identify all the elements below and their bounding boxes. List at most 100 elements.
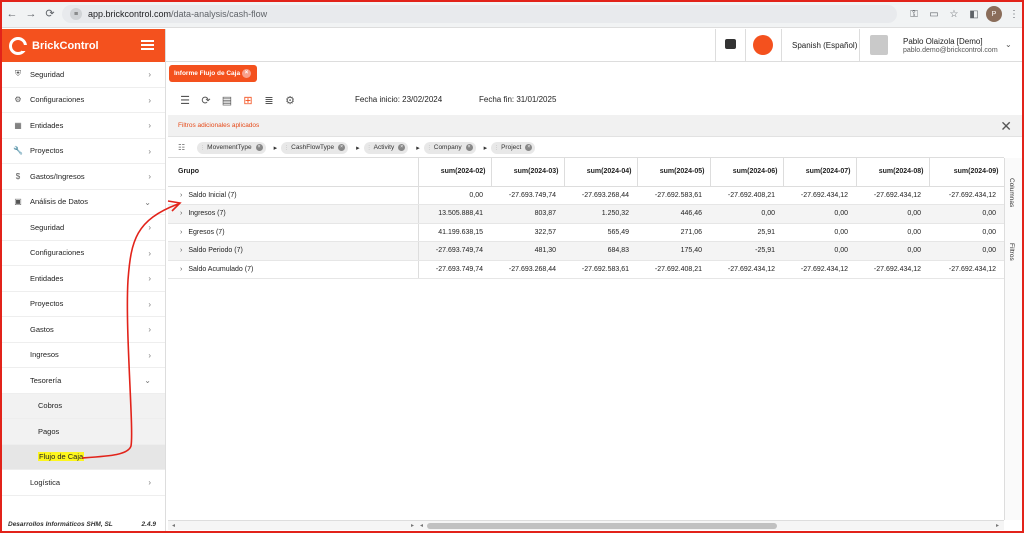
table-cell: -25,91	[710, 241, 783, 261]
chevron-right-icon[interactable]: ›	[180, 210, 182, 217]
refresh-icon[interactable]: ⟳	[199, 93, 213, 107]
remove-chip-icon[interactable]: ×	[398, 144, 406, 151]
grid-side-panel: Columnas Filtros	[1004, 158, 1022, 520]
document-icon[interactable]: ▤	[220, 93, 234, 107]
column-header[interactable]: sum(2024-07)	[783, 158, 857, 187]
remove-chip-icon[interactable]: ×	[465, 144, 473, 151]
scroll-right-icon[interactable]: ▸	[996, 522, 999, 529]
column-header[interactable]: sum(2024-05)	[637, 158, 711, 187]
scroll-left-icon[interactable]: ◂	[420, 522, 423, 529]
tab-cash-flow-report[interactable]: Informe Flujo de Caja ×	[169, 65, 257, 82]
scrollbar-thumb[interactable]	[427, 523, 777, 529]
pivot-chip-label: Company	[433, 144, 462, 151]
chevron-right-icon: ▸	[273, 144, 278, 152]
sidebar-subitem-5[interactable]: Ingresos ›	[0, 343, 165, 368]
company-avatar[interactable]	[753, 35, 773, 55]
chevron-down-icon[interactable]: ⌄	[1005, 40, 1012, 49]
table-row[interactable]: › Saldo Periodo (7) -27.693.749,74 481,30 68…	[168, 241, 1004, 261]
chevron-right-icon[interactable]: ›	[180, 247, 182, 254]
sidebar-item-4[interactable]: $ Gastos/Ingresos ›	[0, 164, 165, 190]
profile-avatar[interactable]: P	[986, 6, 1002, 22]
chat-icon[interactable]	[725, 39, 736, 49]
sidebar-after-item-0[interactable]: Logística ›	[0, 470, 165, 496]
sidebar-item-2[interactable]: ▦ Entidades ›	[0, 113, 165, 139]
sidebar-item-label: Ingresos	[30, 350, 59, 360]
list-icon[interactable]: ≣	[262, 93, 276, 107]
back-icon[interactable]: ←	[5, 7, 19, 21]
close-icon[interactable]: ✕	[1000, 118, 1012, 135]
chevron-right-icon[interactable]: ›	[180, 192, 182, 199]
chevron-right-icon[interactable]: ›	[180, 229, 182, 236]
sidebar-subitem-3[interactable]: Proyectos ›	[0, 292, 165, 317]
pivot-chip[interactable]: Company×	[423, 141, 476, 154]
pivot-chip[interactable]: MovementType×	[197, 141, 266, 154]
table-row[interactable]: › Saldo Acumulado (7) -27.693.749,74 -27.69…	[168, 260, 1004, 279]
column-header[interactable]: sum(2024-08)	[856, 158, 930, 187]
table-row[interactable]: › Ingresos (7) 13.505.888,41 803,87 1.250,32…	[168, 204, 1004, 224]
table-cell: 25,91	[710, 223, 783, 242]
chevron-right-icon[interactable]: ›	[180, 266, 182, 273]
filters-panel-tab[interactable]: Filtros	[1008, 243, 1015, 261]
scroll-right-icon[interactable]: ▸	[411, 522, 414, 529]
column-header[interactable]: sum(2024-09)	[929, 158, 1005, 187]
pivot-chip[interactable]: CashFlowType×	[281, 141, 349, 154]
sidebar-item-3[interactable]: 🔧 Proyectos ›	[0, 139, 165, 164]
column-header[interactable]: sum(2024-06)	[710, 158, 784, 187]
column-header-group[interactable]: Grupo	[168, 158, 419, 187]
hierarchy-icon[interactable]: ⊞	[241, 93, 255, 107]
column-header[interactable]: sum(2024-03)	[491, 158, 565, 187]
remove-chip-icon[interactable]: ×	[338, 144, 346, 151]
forward-icon[interactable]: →	[24, 7, 38, 21]
remove-chip-icon[interactable]: ×	[255, 144, 263, 151]
table-cell: 175,40	[637, 241, 710, 261]
cast-icon[interactable]: ▭	[926, 6, 942, 22]
sidebar-item-0[interactable]: ⛨ Seguridad ›	[0, 62, 165, 88]
table-cell: 0,00	[929, 241, 1004, 261]
table-row[interactable]: › Egresos (7) 41.199.638,15 322,57 565,49 271…	[168, 223, 1004, 242]
pivot-mode-icon[interactable]: ☷	[178, 143, 185, 152]
sidebar-treasury-item-1[interactable]: Pagos	[0, 419, 165, 445]
sidepanel-icon[interactable]: ◧	[966, 6, 982, 22]
site-info-icon[interactable]: ≡	[70, 8, 82, 20]
reload-icon[interactable]: ⟳	[43, 7, 57, 21]
sidebar-subitem-0[interactable]: Seguridad ›	[0, 215, 165, 241]
more-icon[interactable]: ⋮	[1006, 6, 1022, 22]
close-tab-icon[interactable]: ×	[242, 69, 251, 78]
sidebar-item-5[interactable]: ▣ Análisis de Datos ⌄	[0, 190, 165, 215]
filter-icon[interactable]: ☰	[178, 93, 192, 107]
column-header[interactable]: sum(2024-02)	[418, 158, 492, 187]
remove-chip-icon[interactable]: ×	[525, 144, 533, 151]
sidebar-item-label: Logística	[30, 477, 61, 487]
column-header[interactable]: sum(2024-04)	[564, 158, 638, 187]
columns-panel-tab[interactable]: Columnas	[1008, 178, 1015, 207]
horizontal-scrollbar[interactable]: ◂ ▸ ◂ ▸	[168, 520, 1004, 530]
row-group-cell[interactable]: › Saldo Acumulado (7)	[168, 260, 419, 279]
user-avatar[interactable]	[870, 35, 888, 55]
grid-header-row: Grupo sum(2024-02) sum(2024-03) sum(2024-04…	[168, 158, 1005, 187]
scroll-left-icon[interactable]: ◂	[172, 522, 175, 529]
sidebar-subitem-1[interactable]: Configuraciones ›	[0, 241, 165, 266]
sidebar-treasury-item-0[interactable]: Cobros	[0, 393, 165, 419]
chevron-right-icon: ›	[148, 325, 151, 334]
pivot-chip[interactable]: Project×	[491, 141, 536, 154]
row-group-cell[interactable]: › Egresos (7)	[168, 223, 419, 242]
key-icon[interactable]: ⚿	[906, 6, 922, 22]
sidebar-subitem-2[interactable]: Entidades ›	[0, 266, 165, 292]
applied-filters-label[interactable]: Filtros adicionales aplicados	[178, 122, 259, 129]
settings-icon[interactable]: ⚙	[283, 93, 297, 107]
address-bar[interactable]: ≡ app.brickcontrol.com/data-analysis/cas…	[62, 5, 897, 23]
row-group-cell[interactable]: › Saldo Periodo (7)	[168, 241, 419, 261]
star-icon[interactable]: ☆	[946, 6, 962, 22]
language-selector[interactable]: Spanish (Español)	[792, 41, 857, 50]
table-row[interactable]: › Saldo Inicial (7) 0,00 -27.693.749,74 -27.…	[168, 186, 1004, 205]
row-group-cell[interactable]: › Ingresos (7)	[168, 204, 419, 224]
row-group-cell[interactable]: › Saldo Inicial (7)	[168, 186, 419, 205]
sidebar-subitem-6[interactable]: Tesorería ⌄	[0, 368, 165, 394]
hamburger-menu-icon[interactable]	[141, 40, 154, 50]
sidebar-subitem-4[interactable]: Gastos ›	[0, 317, 165, 343]
sidebar-item-1[interactable]: ⚙ Configuraciones ›	[0, 88, 165, 113]
footer-company: Desarrollos Informáticos SHM, SL	[8, 521, 113, 528]
pivot-chip[interactable]: Activity×	[363, 141, 409, 154]
row-group-label: Ingresos (7)	[188, 210, 226, 218]
sidebar-treasury-item-2[interactable]: Flujo de Caja	[0, 444, 165, 470]
